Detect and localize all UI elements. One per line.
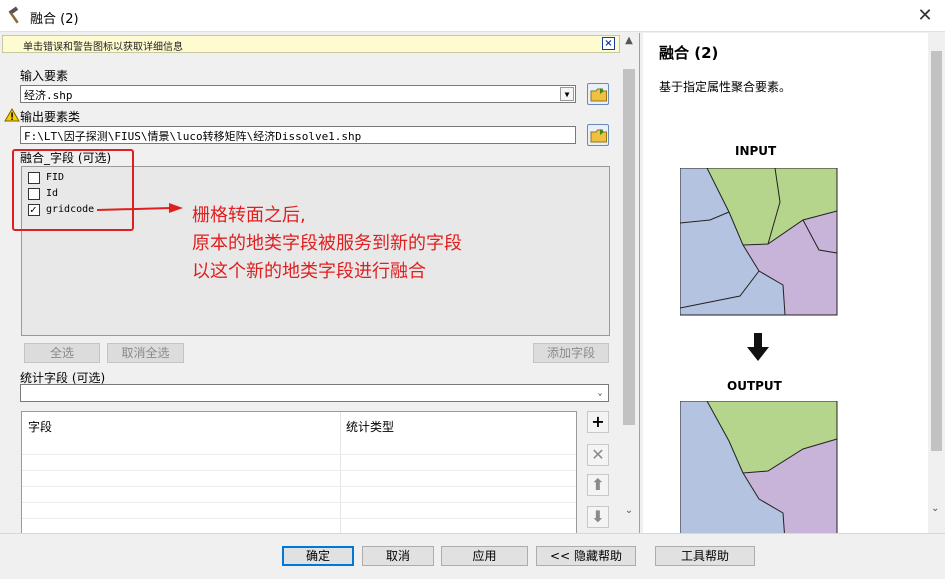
output-diagram [680, 401, 838, 533]
folder-icon [590, 88, 607, 102]
dissolve-tool-window: 融合 (2) ✕ 单击错误和警告图标以获取详细信息 × 输入要素 经济.shp … [0, 0, 945, 579]
column-header-stat-type: 统计类型 [346, 420, 395, 434]
move-up-button[interactable]: ⬆ [587, 474, 609, 496]
annotation-arrow-icon [96, 203, 183, 213]
help-scrollbar[interactable]: ⌄ [928, 33, 945, 533]
row-divider [22, 454, 576, 455]
message-bar-text: 单击错误和警告图标以获取详细信息 [23, 42, 183, 53]
help-title: 融合 (2) [659, 44, 719, 62]
scrollbar-thumb[interactable] [623, 69, 635, 425]
title-bar: 融合 (2) ✕ [0, 0, 945, 32]
row-divider [22, 486, 576, 487]
close-message-icon[interactable]: × [602, 37, 615, 50]
footer-bar: 确定 取消 应用 << 隐藏帮助 工具帮助 [0, 533, 945, 579]
parameters-panel: 单击错误和警告图标以获取详细信息 × 输入要素 经济.shp ▼ 输出要素类 F… [0, 33, 640, 537]
arrow-down-icon: ⬇ [591, 507, 605, 526]
browse-output-button[interactable] [587, 124, 609, 146]
remove-row-button[interactable]: ✕ [587, 444, 609, 466]
parameters-scrollbar[interactable]: ▲ ⌄ [621, 35, 637, 531]
chevron-down-icon[interactable]: ▼ [560, 87, 574, 101]
browse-input-button[interactable] [587, 83, 609, 105]
statistics-field-combo[interactable]: ⌄ [20, 384, 609, 402]
apply-button[interactable]: 应用 [441, 546, 528, 566]
output-diagram-label: OUTPUT [727, 379, 782, 393]
scroll-down-icon[interactable]: ⌄ [931, 503, 939, 514]
annotation-line: 以这个新的地类字段进行融合 [192, 261, 426, 282]
scroll-down-icon[interactable]: ⌄ [621, 505, 637, 521]
row-divider [22, 518, 576, 519]
input-features-label: 输入要素 [20, 69, 69, 83]
row-divider [22, 470, 576, 471]
hammer-icon [8, 6, 19, 24]
warning-icon[interactable] [4, 108, 20, 122]
help-panel: 融合 (2) 基于指定属性聚合要素。 INPUT OUTPUT [643, 33, 945, 533]
input-diagram-label: INPUT [735, 144, 777, 158]
help-description: 基于指定属性聚合要素。 [659, 80, 792, 94]
scrollbar-thumb[interactable] [931, 51, 942, 451]
column-header-field: 字段 [28, 420, 53, 434]
select-all-button[interactable]: 全选 [24, 343, 100, 363]
message-bar: 单击错误和警告图标以获取详细信息 × [2, 35, 620, 53]
annotation-line: 原本的地类字段被服务到新的字段 [192, 233, 462, 254]
output-feature-class-input[interactable]: F:\LT\因子探测\FIUS\情景\luco转移矩阵\经济Dissolve1.… [20, 126, 576, 144]
window-title: 融合 (2) [30, 12, 79, 27]
input-features-value: 经济.shp [24, 89, 73, 102]
unselect-all-button[interactable]: 取消全选 [107, 343, 184, 363]
tool-help-button[interactable]: 工具帮助 [655, 546, 755, 566]
chevron-down-icon[interactable]: ⌄ [593, 386, 607, 400]
input-diagram [680, 168, 838, 316]
row-divider [22, 502, 576, 503]
hide-help-button[interactable]: << 隐藏帮助 [536, 546, 636, 566]
arrow-up-icon: ⬆ [591, 475, 605, 494]
output-feature-class-label: 输出要素类 [20, 110, 81, 124]
move-down-button[interactable]: ⬇ [587, 506, 609, 528]
statistics-table: 字段 统计类型 [21, 411, 577, 537]
annotation-highlight-box [12, 149, 134, 231]
annotation-text: 栅格转面之后, 原本的地类字段被服务到新的字段 以这个新的地类字段进行融合 [192, 202, 462, 286]
cancel-button[interactable]: 取消 [362, 546, 434, 566]
output-path-value: F:\LT\因子探测\FIUS\情景\luco转移矩阵\经济Dissolve1.… [24, 130, 362, 143]
add-row-button[interactable]: + [587, 411, 609, 433]
scroll-up-icon[interactable]: ▲ [621, 35, 637, 51]
annotation-line: 栅格转面之后, [192, 205, 306, 226]
close-icon: ✕ [591, 445, 605, 464]
close-window-button[interactable]: ✕ [913, 4, 937, 28]
add-field-button[interactable]: 添加字段 [533, 343, 609, 363]
input-features-combo[interactable]: 经济.shp ▼ [20, 85, 576, 103]
plus-icon: + [591, 412, 605, 431]
folder-icon [590, 129, 607, 143]
ok-button[interactable]: 确定 [282, 546, 354, 566]
arrow-down-icon [747, 333, 769, 361]
